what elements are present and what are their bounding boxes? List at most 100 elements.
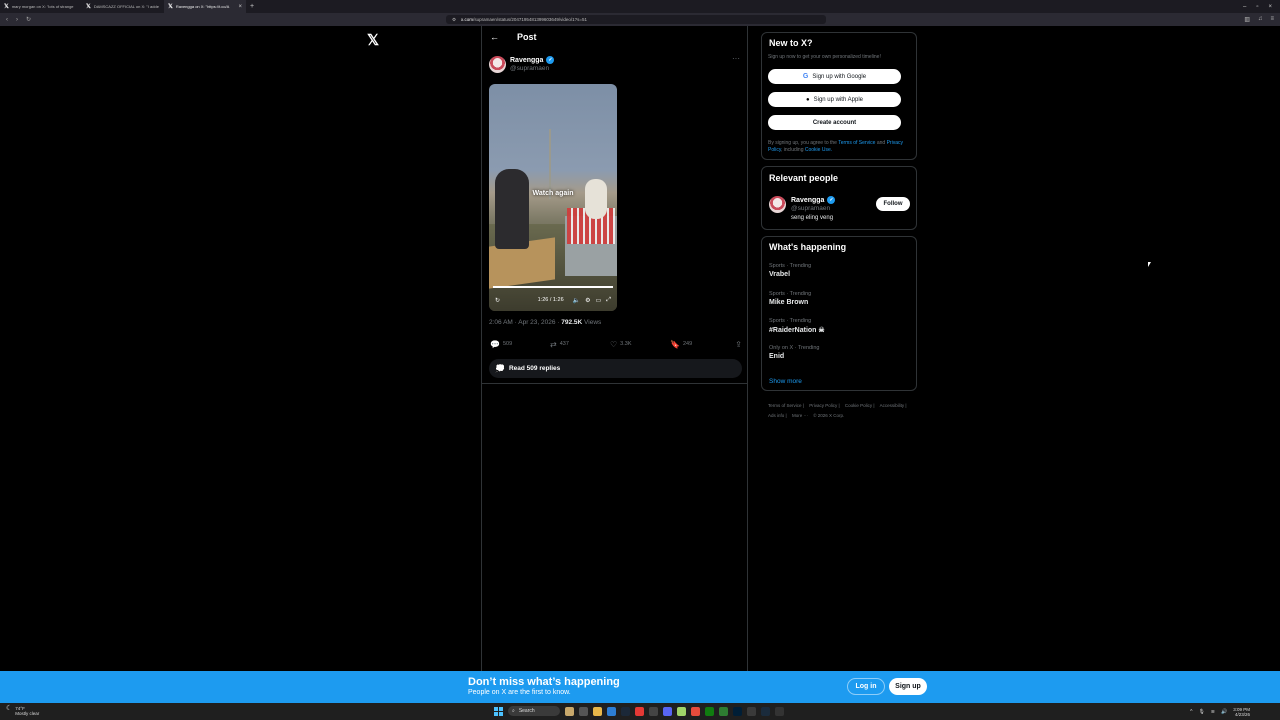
- footer-link[interactable]: Cookie Policy |: [845, 403, 875, 408]
- media-icon[interactable]: ♫: [1258, 16, 1263, 23]
- minimize-icon[interactable]: –: [1243, 4, 1246, 10]
- avatar[interactable]: [489, 56, 506, 73]
- watch-again-button[interactable]: Watch again: [489, 190, 617, 197]
- person-name[interactable]: Ravengga: [791, 197, 824, 204]
- app-icon[interactable]: [649, 706, 658, 716]
- more-options-icon[interactable]: ···: [732, 54, 740, 63]
- tab-1[interactable]: 𝕏mary morgan on X: "lots of strange: [0, 0, 82, 13]
- steam-icon[interactable]: [621, 706, 630, 716]
- apple-signup-button[interactable]: ● Sign up with Apple: [768, 92, 901, 107]
- trend-category: Sports · Trending: [769, 263, 812, 269]
- weather-widget[interactable]: ☾ 74°F Mostly clear: [6, 705, 39, 716]
- task-view-icon[interactable]: [579, 706, 588, 716]
- footer-link[interactable]: Accessibility |: [880, 403, 907, 408]
- share-button[interactable]: ⇪: [735, 340, 742, 349]
- settings-icon[interactable]: ⚙: [585, 297, 590, 304]
- cookie-link[interactable]: Cookie Use.: [805, 147, 832, 153]
- clock-date: 4/23/26: [1234, 712, 1250, 717]
- steam-icon[interactable]: [761, 706, 770, 716]
- login-button[interactable]: Log in: [847, 678, 885, 695]
- trend-item[interactable]: Sports · Trending Vrabel: [769, 263, 811, 278]
- xbox-icon[interactable]: [705, 706, 714, 716]
- create-account-button[interactable]: Create account: [768, 115, 901, 130]
- trend-category: Only on X · Trending: [769, 345, 820, 351]
- photoshop-icon[interactable]: [733, 706, 742, 716]
- video-player[interactable]: Watch again ↻ 1:26 / 1:26 🔈 ⚙ ▭ ⤢: [489, 84, 617, 311]
- reply-button[interactable]: 💬 509: [490, 340, 550, 349]
- author-handle[interactable]: @supramaen: [510, 65, 554, 72]
- google-signup-button[interactable]: G Sign up with Google: [768, 69, 901, 84]
- like-button[interactable]: ♡ 3.3K: [610, 340, 670, 349]
- mute-icon[interactable]: 🔈: [573, 297, 580, 304]
- show-more-link[interactable]: Show more: [769, 378, 802, 385]
- signup-title: New to X?: [769, 38, 813, 48]
- moon-icon: ☾: [6, 705, 13, 712]
- site-info-icon[interactable]: ⚙: [452, 17, 456, 23]
- signup-banner: Don’t miss what’s happening People on X …: [0, 671, 1280, 703]
- clock[interactable]: 3:09 PM 4/23/26: [1233, 707, 1250, 717]
- volume-icon[interactable]: 🔊: [1221, 709, 1227, 715]
- repost-button[interactable]: ⇄ 437: [550, 340, 610, 349]
- replay-icon[interactable]: ↻: [495, 297, 500, 304]
- avatar[interactable]: [769, 196, 786, 213]
- signup-button[interactable]: Sign up: [889, 678, 927, 695]
- address-bar[interactable]: ⚙ x.com/supramaen/status/204719548139960…: [446, 15, 826, 24]
- terms-and: and: [875, 140, 887, 146]
- app-icon[interactable]: [677, 706, 686, 716]
- video-controls: ↻ 1:26 / 1:26 🔈 ⚙ ▭ ⤢: [489, 294, 617, 306]
- back-arrow-icon[interactable]: ←: [490, 32, 499, 42]
- menu-icon[interactable]: ≡: [1270, 16, 1274, 23]
- window-controls: – ▫ ×: [1243, 4, 1280, 10]
- views-count: 792.5K: [561, 319, 583, 326]
- footer-link[interactable]: More ···: [792, 413, 808, 418]
- maximize-icon[interactable]: ▫: [1256, 4, 1258, 10]
- bookmark-button[interactable]: 🔖 249: [670, 340, 730, 349]
- forward-icon[interactable]: ›: [16, 17, 18, 23]
- x-logo-icon[interactable]: 𝕏: [367, 31, 379, 49]
- wifi-icon[interactable]: ≋: [1211, 709, 1215, 715]
- person-bio: seng eling veng: [791, 215, 834, 221]
- trend-item[interactable]: Only on X · Trending Enid: [769, 345, 819, 360]
- microphone-icon[interactable]: 🎙: [1198, 709, 1204, 715]
- footer-link[interactable]: Ads info |: [768, 413, 787, 418]
- footer-link[interactable]: Terms of Service |: [768, 403, 804, 408]
- author-name[interactable]: Ravengga: [510, 57, 543, 64]
- trend-item[interactable]: Sports · Trending Mike Brown: [769, 291, 811, 306]
- app-icon[interactable]: [775, 706, 784, 716]
- navigation-bar: ‹ › ↻ ⚙ x.com/supramaen/status/204719548…: [0, 13, 1280, 26]
- trend-name: Mike Brown: [769, 299, 809, 306]
- windows-start-icon[interactable]: [494, 706, 503, 716]
- close-window-icon[interactable]: ×: [1268, 4, 1272, 10]
- read-replies-button[interactable]: 💭 Read 509 replies: [489, 359, 742, 378]
- opera-icon[interactable]: [635, 706, 644, 716]
- video-progress-bar[interactable]: [493, 286, 613, 288]
- app-icon[interactable]: [747, 706, 756, 716]
- post-meta: 2:06 AM · Apr 23, 2026 · 792.5K Views: [489, 319, 601, 326]
- person-handle[interactable]: @supramaen: [791, 205, 835, 212]
- tab-3-active[interactable]: 𝕏 Ravengga on X: "https://t.co/A ×: [164, 0, 246, 13]
- close-tab-icon[interactable]: ×: [238, 4, 242, 10]
- sidebar-icon[interactable]: ▥: [1244, 16, 1250, 23]
- tab-label: Ravengga on X: "https://t.co/A: [175, 4, 230, 9]
- post-timestamp[interactable]: 2:06 AM · Apr 23, 2026 ·: [489, 319, 561, 326]
- tab-2[interactable]: 𝕏 DAMSCAZZ OFFICIAL on X: "I adde: [82, 0, 164, 13]
- fullscreen-icon[interactable]: ⤢: [606, 297, 611, 304]
- taskbar-search[interactable]: ⌕ Search: [508, 706, 560, 716]
- file-explorer-icon[interactable]: [593, 706, 602, 716]
- video-scene: [585, 179, 607, 219]
- edge-icon[interactable]: [607, 706, 616, 716]
- back-icon[interactable]: ‹: [6, 17, 8, 23]
- widgets-app-icon[interactable]: [565, 706, 574, 716]
- app-icon[interactable]: [719, 706, 728, 716]
- reload-icon[interactable]: ↻: [26, 16, 31, 23]
- follow-button[interactable]: Follow: [876, 197, 910, 211]
- reply-count: 509: [502, 341, 513, 347]
- new-tab-button[interactable]: +: [246, 3, 258, 10]
- footer-link[interactable]: Privacy Policy |: [809, 403, 839, 408]
- terms-link[interactable]: Terms of Service: [838, 140, 875, 146]
- discord-icon[interactable]: [663, 706, 672, 716]
- chevron-up-icon[interactable]: ^: [1190, 709, 1192, 715]
- pip-icon[interactable]: ▭: [596, 297, 602, 304]
- trend-item[interactable]: Sports · Trending #RaiderNation ☠: [769, 318, 825, 334]
- app-icon[interactable]: [691, 706, 700, 716]
